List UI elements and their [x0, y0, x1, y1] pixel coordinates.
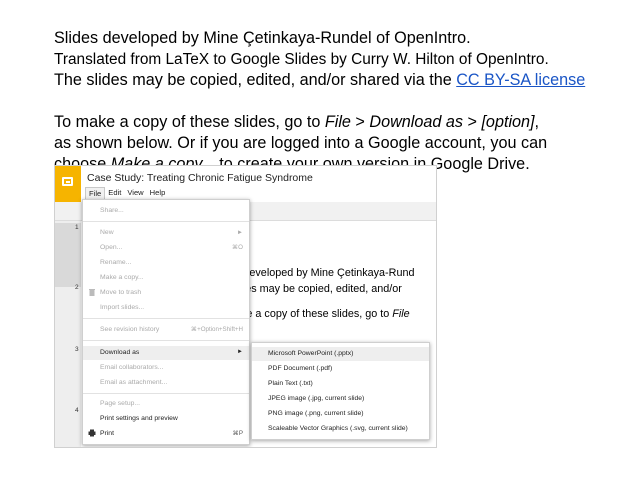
menu-view[interactable]: View	[124, 187, 146, 198]
intro-text: Slides developed by Mine Çetinkaya-Runde…	[54, 28, 614, 175]
shortcut-revision-history: ⌘+Option+Shift+H	[190, 326, 243, 333]
slide-number: 4	[75, 407, 79, 414]
selected-slide-thumbnail[interactable]	[55, 223, 81, 287]
download-svg[interactable]: Scaleable Vector Graphics (.svg, current…	[268, 425, 408, 432]
shortcut-open: ⌘O	[231, 244, 243, 251]
menu-item-email-attachment[interactable]: Email as attachment...	[100, 379, 167, 386]
license-link[interactable]: CC BY-SA license	[456, 71, 585, 89]
gt-2: >	[462, 113, 482, 131]
file-word: File	[324, 113, 351, 131]
menu-item-download-as[interactable]: Download as	[100, 349, 139, 356]
menu-item-revision-history[interactable]: See revision history	[100, 326, 159, 333]
menu-file[interactable]: File	[85, 187, 106, 199]
menu-item-print[interactable]: Print	[100, 430, 114, 437]
menu-item-email-collaborators[interactable]: Email collaborators...	[100, 364, 163, 371]
download-jpg[interactable]: JPEG image (.jpg, current slide)	[268, 395, 364, 402]
instruction-text-a: To make a copy of these slides, go to	[54, 113, 325, 131]
license-text: The slides may be copied, edited, and/or…	[54, 71, 457, 89]
menu-item-make-a-copy[interactable]: Make a copy...	[100, 274, 144, 281]
credit-line-1: Slides developed by Mine Çetinkaya-Runde…	[54, 28, 614, 49]
document-title[interactable]: Case Study: Treating Chronic Fatigue Syn…	[87, 172, 313, 184]
instruction-line-2: as shown below. Or if you are logged int…	[54, 133, 614, 154]
credit-text-1: Slides developed by Mine Çetinkaya-Runde…	[54, 29, 471, 47]
instruction-text-b: as shown below. Or if you are logged int…	[54, 134, 548, 152]
credit-line-2: Translated from LaTeX to Google Slides b…	[54, 49, 614, 70]
slide-canvas-line: slides may be copied, edited, and/or	[229, 283, 402, 295]
menubar: File Edit View Help	[85, 187, 168, 199]
download-pdf[interactable]: PDF Document (.pdf)	[268, 365, 332, 372]
menu-item-move-to-trash[interactable]: Move to trash	[100, 289, 141, 296]
menu-item-new[interactable]: New	[100, 229, 114, 236]
menu-item-open[interactable]: Open...	[100, 244, 122, 251]
credit-text-2: Translated from LaTeX to Google Slides b…	[54, 51, 549, 68]
slide-number: 3	[75, 346, 79, 353]
slide-canvas-line: nake a copy of these slides, go to File	[229, 308, 410, 320]
slide-canvas-file-word: File	[392, 308, 410, 320]
menu-item-rename[interactable]: Rename...	[100, 259, 131, 266]
submenu-arrow-icon: ►	[237, 349, 243, 355]
download-as-word: Download as	[369, 113, 463, 131]
file-menu: Share... New ► Open... ⌘O Rename... Make…	[82, 199, 250, 445]
menu-item-print-settings[interactable]: Print settings and preview	[100, 415, 178, 422]
menu-item-import-slides[interactable]: Import slides...	[100, 304, 144, 311]
gt-1: >	[350, 113, 370, 131]
comma: ,	[534, 113, 540, 131]
download-pptx[interactable]: Microsoft PowerPoint (.pptx)	[268, 350, 353, 357]
slide-canvas-text: nake a copy of these slides, go to	[229, 308, 393, 320]
download-as-submenu: Microsoft PowerPoint (.pptx) PDF Documen…	[251, 342, 430, 440]
shortcut-print: ⌘P	[232, 430, 243, 437]
slide-canvas-line: es developed by Mine Çetinkaya-Rund	[229, 267, 415, 279]
instruction-line-1: To make a copy of these slides, go to Fi…	[54, 112, 614, 133]
slide-number: 2	[75, 284, 79, 291]
trash-icon	[89, 289, 95, 296]
menu-edit[interactable]: Edit	[105, 187, 124, 198]
option-word: [option]	[481, 113, 535, 131]
menu-item-share[interactable]: Share...	[100, 207, 124, 214]
menu-help[interactable]: Help	[147, 187, 169, 198]
slides-screenshot: Case Study: Treating Chronic Fatigue Syn…	[54, 165, 437, 448]
printer-icon	[88, 429, 96, 437]
download-txt[interactable]: Plain Text (.txt)	[268, 380, 313, 387]
slide-number: 1	[75, 224, 79, 231]
submenu-arrow-icon: ►	[236, 229, 243, 236]
license-line: The slides may be copied, edited, and/or…	[54, 70, 614, 91]
google-slides-logo[interactable]	[55, 166, 81, 202]
download-png[interactable]: PNG image (.png, current slide)	[268, 410, 364, 417]
menu-item-page-setup[interactable]: Page setup...	[100, 400, 140, 407]
